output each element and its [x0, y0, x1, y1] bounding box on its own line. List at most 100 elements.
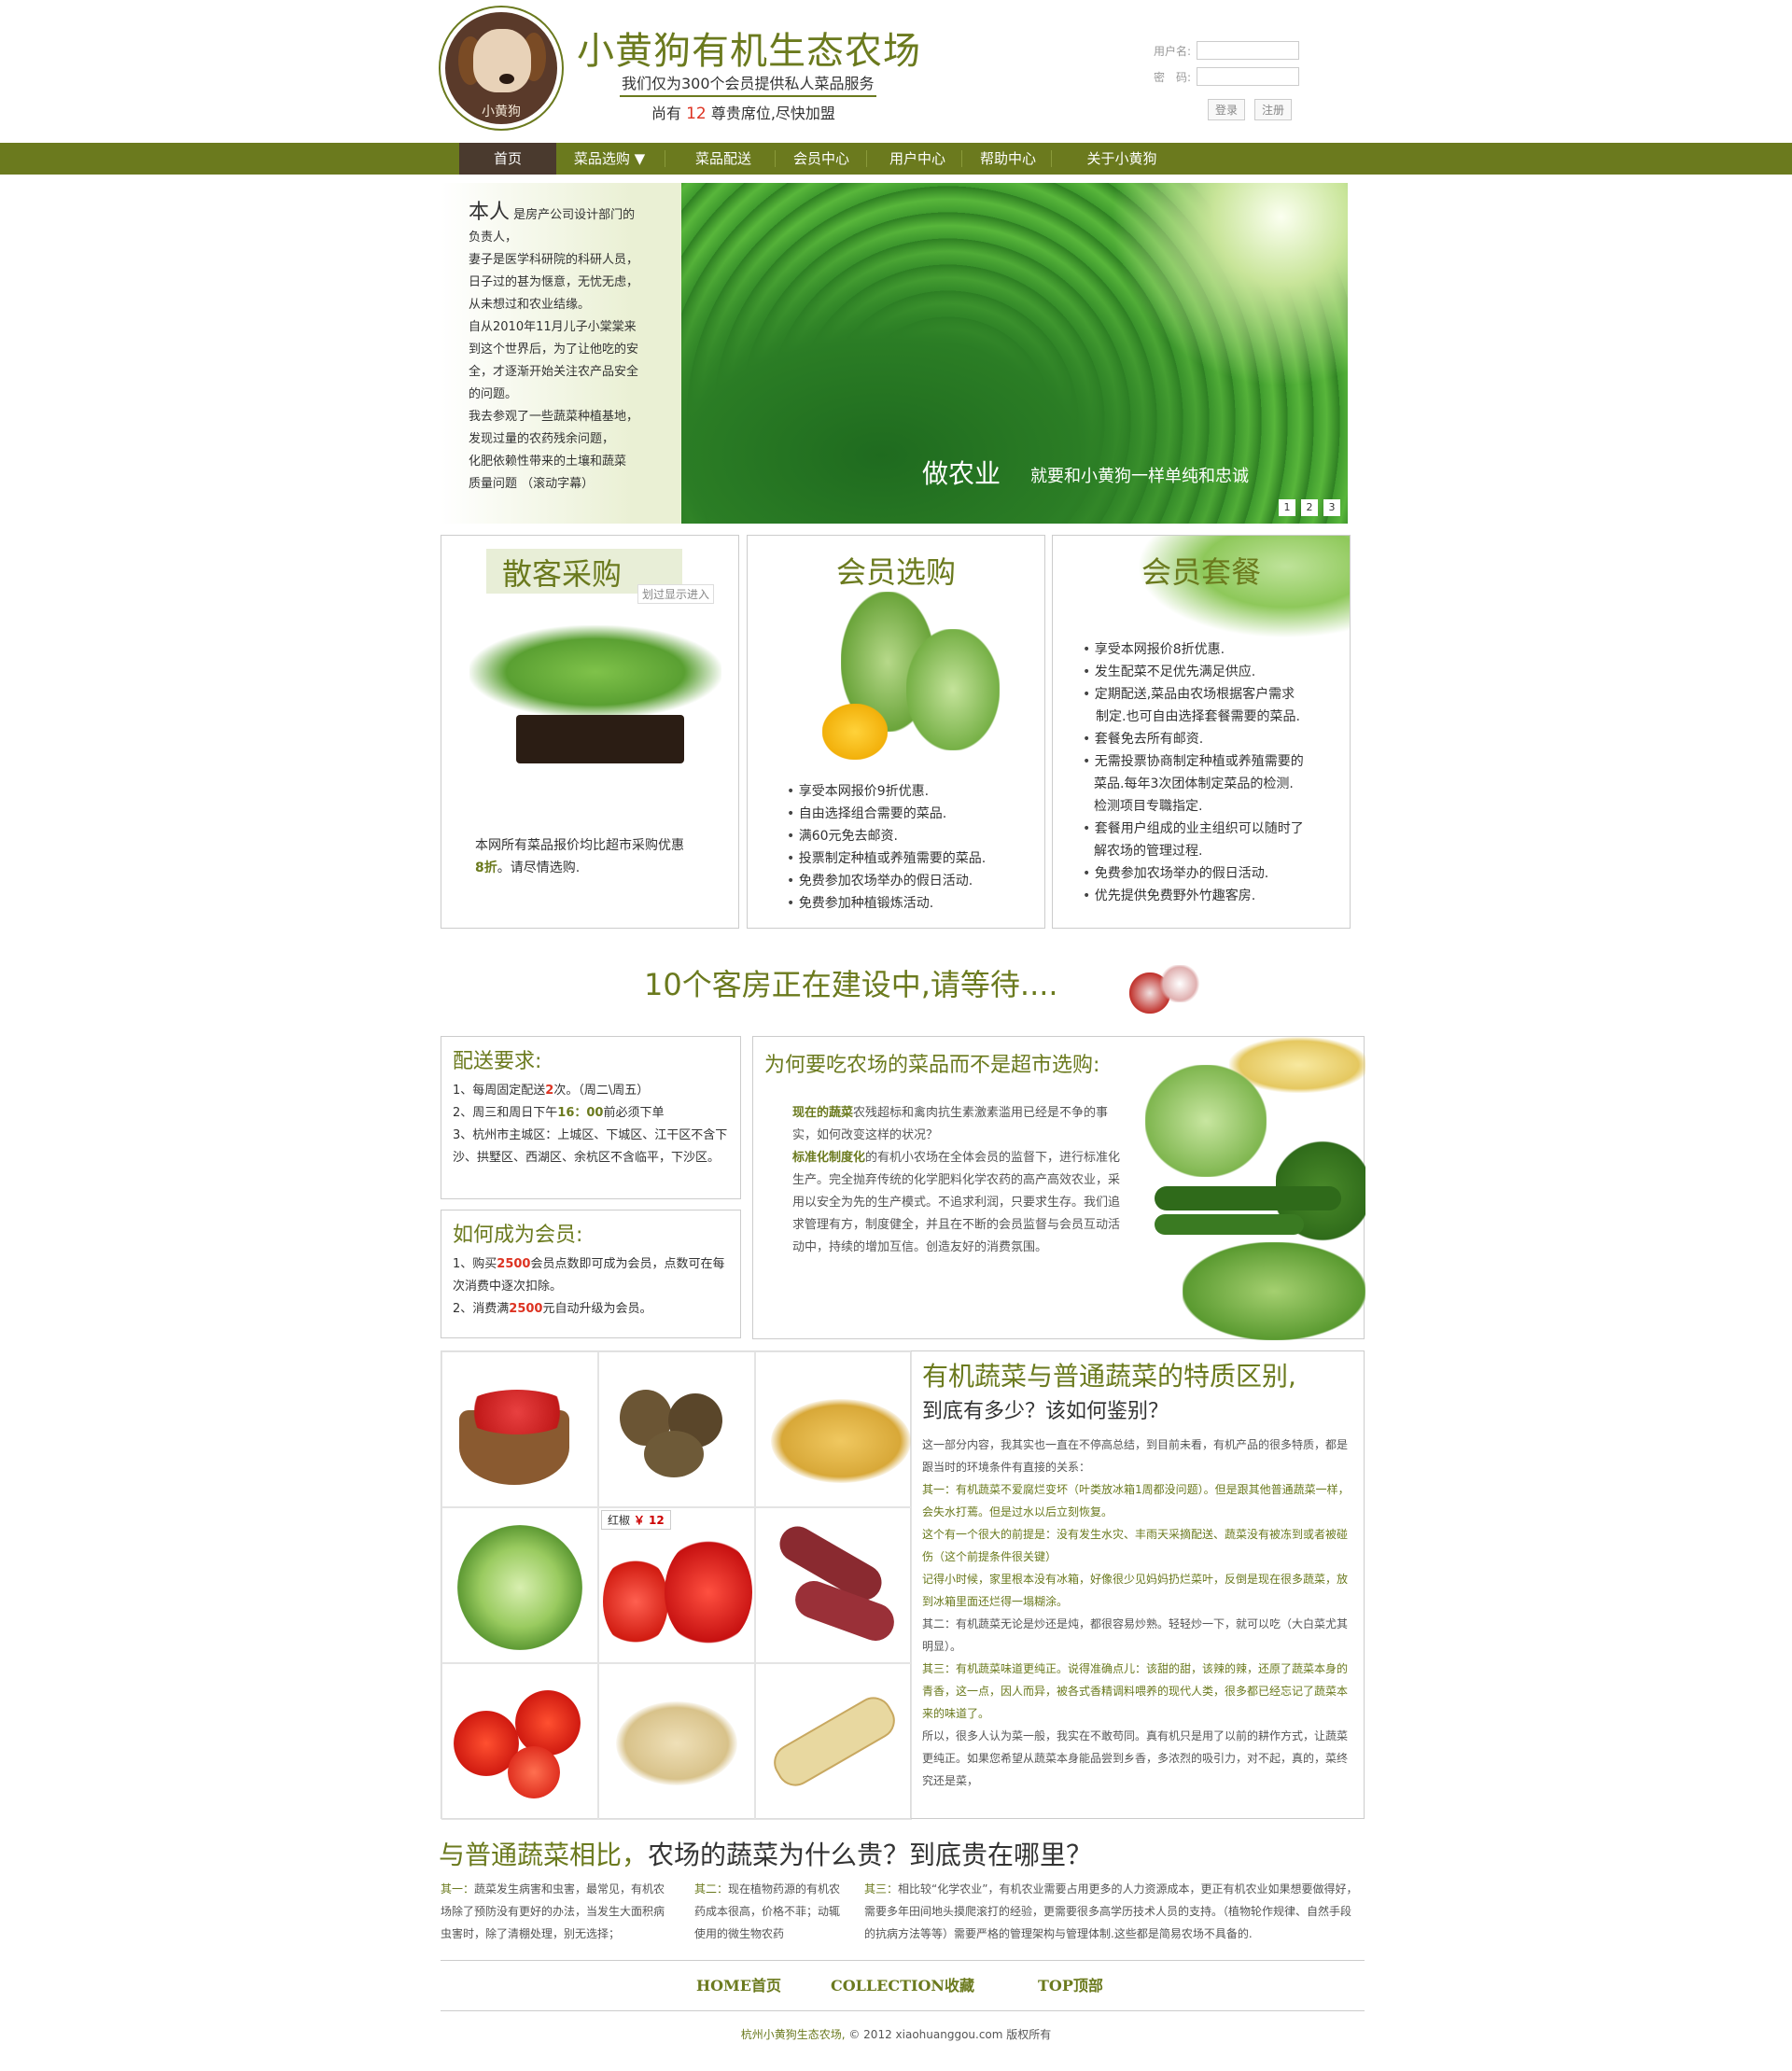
nav-home[interactable]: 首页: [459, 143, 556, 175]
delivery-line-3: 3、杭州市主城区：上城区、下城区、江干区不含下沙、拱墅区、西湖区、余杭区不含临平…: [453, 1128, 728, 1165]
produce-soybean[interactable]: [598, 1663, 755, 1820]
panel-member-list: 享受本网报价9折优惠.自由选择组合需要的菜品.满60元免去邮资.投票制定种植或养…: [787, 780, 986, 915]
footer-collect-link[interactable]: COLLECTION收藏: [831, 1973, 974, 1995]
diff-title: 有机蔬菜与普通蔬菜的特质区别,: [922, 1361, 1296, 1392]
produce-sweet-potato[interactable]: [755, 1507, 912, 1663]
intro-line: 到这个世界后，为了让他吃的安: [469, 343, 639, 357]
diff-para: 其二：有机蔬菜无论是炒还是炖，都很容易炒熟。轻轻炒一下，就可以吃（大白菜尤其明显…: [922, 1617, 1349, 1653]
register-button[interactable]: 注册: [1254, 99, 1293, 120]
seedling-image: [460, 625, 721, 765]
panel-member-title: 会员选购: [835, 554, 956, 590]
produce-yam[interactable]: [755, 1663, 912, 1820]
dog-nose-icon: [499, 74, 514, 84]
nav-user-center[interactable]: 用户中心: [868, 143, 967, 175]
tagline: 我们仅为300个会员提供私人菜品服务: [620, 71, 876, 97]
slider-dots: 1 2 3: [1279, 499, 1340, 516]
why-text: 现在的蔬菜农残超标和禽肉抗生素激素滥用已经是不争的事实，如何改变这样的状况？ 标…: [792, 1106, 1121, 1254]
intro-line: 的问题。: [469, 387, 518, 401]
intro-line: 负责人，: [469, 231, 518, 245]
delivery-line-1: 1、每周固定配送2次。（周二\周五）: [453, 1084, 650, 1098]
header: 小黄狗 小黄狗有机生态农场 我们仅为300个会员提供私人菜品服务 尚有 12 尊…: [0, 0, 1792, 140]
produce-red-pepper[interactable]: 红椒 ￥ 12: [598, 1507, 755, 1663]
login-button[interactable]: 登录: [1208, 99, 1246, 120]
delivery-box: 配送要求: 1、每周固定配送2次。（周二\周五） 2、周三和周日下午16：00前…: [441, 1036, 741, 1199]
delivery-title: 配送要求:: [453, 1050, 542, 1073]
banner-intro: 本人 是房产公司设计部门的 负责人， 妻子是医学科研院的科研人员， 日子过的甚为惬意…: [441, 183, 681, 524]
diff-para: 所以，很多人认为菜一般，我实在不敢苟同。真有机只是用了以前的耕作方式，让蔬菜更纯…: [922, 1729, 1349, 1787]
panel-package-title: 会员套餐: [1141, 554, 1261, 590]
copyright: 杭州小黄狗生态农场, © 2012 xiaohuanggou.com 版权所有: [740, 2028, 1052, 2041]
price-title: 与普通蔬菜相比，农场的蔬菜为什么贵？到底贵在哪里？: [439, 1840, 1093, 1870]
produce-taro[interactable]: [598, 1351, 755, 1507]
login-form: 用户名: 密 码: 登录 注册: [1154, 37, 1300, 120]
footer-home-link[interactable]: HOME首页: [696, 1973, 781, 1995]
member-box: 如何成为会员: 1、购买2500会员点数即可成为会员，点数可在每次消费中逐次扣除…: [441, 1210, 741, 1338]
site-title: 小黄狗有机生态农场: [577, 30, 921, 73]
slide-dot-2[interactable]: 2: [1301, 499, 1318, 516]
nav-member-center[interactable]: 会员中心: [777, 143, 866, 175]
intro-line: 我去参观了一些蔬菜种植基地，: [469, 410, 639, 424]
divider: [441, 1960, 1365, 1961]
main-nav: 首页 菜品选购 ▼ 菜品配送 会员中心 用户中心 帮助中心 关于小黄狗: [0, 143, 1792, 175]
member-title: 如何成为会员:: [453, 1224, 583, 1247]
divider: [441, 2010, 1365, 2011]
lettuce-image: [785, 592, 1018, 769]
intro-line: 全，才逐渐开始关注农产品安全: [469, 365, 639, 379]
password-input[interactable]: [1197, 67, 1300, 86]
panel-retail-text: 本网所有菜品报价均比超市采购优惠 8折。请尽情选购.: [475, 838, 684, 875]
produce-millet[interactable]: [755, 1351, 912, 1507]
intro-line: 自从2010年11月儿子小棠棠来: [469, 320, 637, 334]
produce-cabbage[interactable]: [441, 1507, 598, 1663]
vegetables-image: [1145, 1037, 1365, 1340]
nav-about[interactable]: 关于小黄狗: [1055, 143, 1189, 175]
garlic-icon: [1122, 961, 1204, 1017]
intro-big: 本人: [469, 201, 511, 224]
intro-line: 化肥依赖性带来的土壤和蔬菜: [469, 455, 627, 469]
price-reason-2: 其二：现在植物药源的有机农药成本很高，价格不菲；动辄使用的微生物农药: [694, 1882, 841, 1940]
username-input[interactable]: [1197, 41, 1300, 60]
diff-box: 有机蔬菜与普通蔬菜的特质区别, 到底有多少？该如何鉴别？ 这一部分内容，我其实也…: [911, 1350, 1365, 1819]
price-reason-1: 其一：蔬菜发生病害和虫害，最常见，有机农场除了预防没有更好的办法，当发生大面积病…: [441, 1882, 665, 1940]
banner-caption-sub: 就要和小黄狗一样单纯和忠诚: [1030, 467, 1249, 486]
construction-notice: 10个客房正在建设中,请等待....: [644, 967, 1058, 1002]
delivery-line-2: 2、周三和周日下午16：00前必须下单: [453, 1106, 665, 1120]
produce-grid: 红椒 ￥ 12: [441, 1350, 912, 1820]
panel-package-list: 享受本网报价8折优惠.发生配菜不足优先满足供应.定期配送,菜品由农场根据客户需求…: [1083, 638, 1304, 907]
footer-top-link[interactable]: TOP顶部: [1038, 1973, 1103, 1995]
username-label: 用户名:: [1154, 44, 1192, 58]
intro-line: 从未想过和农业结缘。: [469, 298, 591, 312]
intro-line: 日子过的甚为惬意，无忧无虑，: [469, 275, 639, 289]
panel-hint: 划过显示进入: [637, 584, 715, 604]
panel-package[interactable]: 会员套餐 享受本网报价8折优惠.发生配菜不足优先满足供应.定期配送,菜品由农场根…: [1052, 535, 1351, 929]
nav-delivery[interactable]: 菜品配送: [672, 143, 775, 175]
banner-caption: 做农业: [922, 458, 1001, 489]
intro-line: 发现过量的农药残余问题，: [469, 432, 615, 446]
price-tag: 红椒 ￥ 12: [601, 1510, 671, 1530]
panel-retail[interactable]: 散客采购 划过显示进入 本网所有菜品报价均比超市采购优惠 8折。请尽情选购.: [441, 535, 739, 929]
why-box: 为何要吃农场的菜品而不是超市选购: 现在的蔬菜农残超标和禽肉抗生素激素滥用已经是…: [752, 1036, 1365, 1340]
nav-help[interactable]: 帮助中心: [965, 143, 1051, 175]
panel-member[interactable]: 会员选购 享受本网报价9折优惠.自由选择组合需要的菜品.满60元免去邮资.投票制…: [747, 535, 1045, 929]
logo-text: 小黄狗: [482, 105, 521, 119]
seats-info: 尚有 12 尊贵席位,尽快加盟: [651, 105, 835, 123]
diff-para: 其三：有机蔬菜味道更纯正。说得准确点儿：该甜的甜，该辣的辣，还原了蔬菜本身的青香…: [922, 1662, 1349, 1720]
diff-para: 这个有一个很大的前提是：没有发生水灾、丰雨天采摘配送、蔬菜没有被冻到或者被碰伤（…: [922, 1528, 1349, 1563]
intro-line: 妻子是医学科研院的科研人员，: [469, 253, 639, 267]
diff-subtitle: 到底有多少？该如何鉴别？: [922, 1400, 1169, 1423]
slide-dot-1[interactable]: 1: [1279, 499, 1295, 516]
banner: 本人 是房产公司设计部门的 负责人， 妻子是医学科研院的科研人员， 日子过的甚为惬意…: [441, 183, 1348, 524]
logo[interactable]: 小黄狗: [441, 7, 562, 129]
produce-tomato[interactable]: [441, 1663, 598, 1820]
diff-para: 记得小时候，家里根本没有冰箱，好像很少见妈妈扔烂菜叶，反倒是现在很多蔬菜，放到冰…: [922, 1573, 1349, 1608]
produce-strawberries[interactable]: [441, 1351, 598, 1507]
price-reason-3: 其三：相比较“化学农业”，有机农业需要占用更多的人力资源成本，更正有机农业如果想…: [864, 1882, 1358, 1940]
password-label: 密 码:: [1154, 70, 1192, 84]
intro-line: 质量问题 （滚动字幕）: [469, 477, 595, 491]
diff-para: 这一部分内容，我其实也一直在不停高总结，到目前未看，有机产品的很多特质，都是跟当…: [922, 1438, 1349, 1474]
member-line-2: 2、消费满2500元自动升级为会员。: [453, 1302, 652, 1316]
slide-dot-3[interactable]: 3: [1323, 499, 1340, 516]
member-line-1: 1、购买2500会员点数即可成为会员，点数可在每次消费中逐次扣除。: [453, 1257, 725, 1294]
diff-para: 其一：有机蔬菜不爱腐烂变坏（叶类放冰箱1周都没问题）。但是跟其他普通蔬菜一样，会…: [922, 1483, 1350, 1518]
seats-count: 12: [686, 105, 707, 123]
nav-vegetable-shop[interactable]: 菜品选购 ▼: [558, 143, 661, 175]
